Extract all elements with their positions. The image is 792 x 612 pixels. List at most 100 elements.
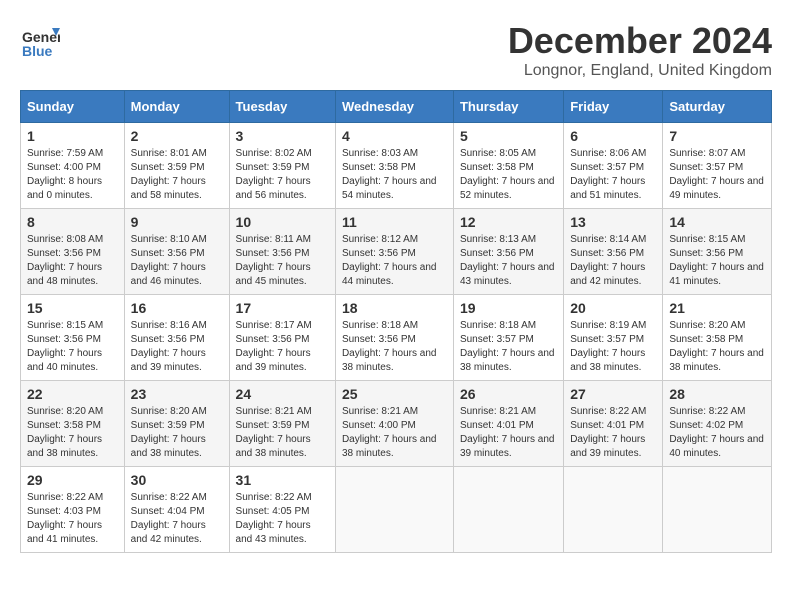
day-info: Sunrise: 8:18 AM Sunset: 3:57 PM Dayligh… xyxy=(460,319,557,375)
calendar-cell: 29 Sunrise: 8:22 AM Sunset: 4:03 PM Dayl… xyxy=(21,467,125,553)
week-row-3: 15 Sunrise: 8:15 AM Sunset: 3:56 PM Dayl… xyxy=(21,295,772,381)
day-number: 31 xyxy=(236,472,329,488)
day-info: Sunrise: 8:22 AM Sunset: 4:04 PM Dayligh… xyxy=(131,491,223,547)
day-number: 26 xyxy=(460,386,557,402)
calendar-cell xyxy=(564,467,663,553)
day-info: Sunrise: 8:22 AM Sunset: 4:02 PM Dayligh… xyxy=(669,405,765,461)
day-number: 9 xyxy=(131,214,223,230)
day-info: Sunrise: 8:13 AM Sunset: 3:56 PM Dayligh… xyxy=(460,233,557,289)
calendar-cell: 15 Sunrise: 8:15 AM Sunset: 3:56 PM Dayl… xyxy=(21,295,125,381)
day-number: 11 xyxy=(342,214,447,230)
calendar-cell: 18 Sunrise: 8:18 AM Sunset: 3:56 PM Dayl… xyxy=(335,295,453,381)
day-number: 18 xyxy=(342,300,447,316)
day-number: 10 xyxy=(236,214,329,230)
day-number: 3 xyxy=(236,128,329,144)
calendar-cell: 23 Sunrise: 8:20 AM Sunset: 3:59 PM Dayl… xyxy=(124,381,229,467)
calendar-subtitle: Longnor, England, United Kingdom xyxy=(508,62,772,80)
day-info: Sunrise: 8:05 AM Sunset: 3:58 PM Dayligh… xyxy=(460,147,557,203)
day-info: Sunrise: 8:17 AM Sunset: 3:56 PM Dayligh… xyxy=(236,319,329,375)
day-info: Sunrise: 8:22 AM Sunset: 4:05 PM Dayligh… xyxy=(236,491,329,547)
calendar-cell: 3 Sunrise: 8:02 AM Sunset: 3:59 PM Dayli… xyxy=(229,123,335,209)
day-info: Sunrise: 8:07 AM Sunset: 3:57 PM Dayligh… xyxy=(669,147,765,203)
day-info: Sunrise: 8:18 AM Sunset: 3:56 PM Dayligh… xyxy=(342,319,447,375)
day-header-saturday: Saturday xyxy=(663,91,772,123)
day-info: Sunrise: 8:06 AM Sunset: 3:57 PM Dayligh… xyxy=(570,147,656,203)
day-number: 27 xyxy=(570,386,656,402)
calendar-cell: 4 Sunrise: 8:03 AM Sunset: 3:58 PM Dayli… xyxy=(335,123,453,209)
day-info: Sunrise: 8:03 AM Sunset: 3:58 PM Dayligh… xyxy=(342,147,447,203)
day-number: 20 xyxy=(570,300,656,316)
calendar-cell: 24 Sunrise: 8:21 AM Sunset: 3:59 PM Dayl… xyxy=(229,381,335,467)
day-info: Sunrise: 8:15 AM Sunset: 3:56 PM Dayligh… xyxy=(669,233,765,289)
day-number: 1 xyxy=(27,128,118,144)
day-info: Sunrise: 8:22 AM Sunset: 4:01 PM Dayligh… xyxy=(570,405,656,461)
day-info: Sunrise: 7:59 AM Sunset: 4:00 PM Dayligh… xyxy=(27,147,118,203)
day-number: 23 xyxy=(131,386,223,402)
calendar-cell: 6 Sunrise: 8:06 AM Sunset: 3:57 PM Dayli… xyxy=(564,123,663,209)
header: General Blue December 2024 Longnor, Engl… xyxy=(20,20,772,80)
day-number: 22 xyxy=(27,386,118,402)
day-header-tuesday: Tuesday xyxy=(229,91,335,123)
day-number: 4 xyxy=(342,128,447,144)
week-row-2: 8 Sunrise: 8:08 AM Sunset: 3:56 PM Dayli… xyxy=(21,209,772,295)
calendar-cell: 17 Sunrise: 8:17 AM Sunset: 3:56 PM Dayl… xyxy=(229,295,335,381)
day-header-thursday: Thursday xyxy=(453,91,563,123)
calendar-cell: 14 Sunrise: 8:15 AM Sunset: 3:56 PM Dayl… xyxy=(663,209,772,295)
day-info: Sunrise: 8:02 AM Sunset: 3:59 PM Dayligh… xyxy=(236,147,329,203)
day-number: 14 xyxy=(669,214,765,230)
day-number: 13 xyxy=(570,214,656,230)
day-info: Sunrise: 8:21 AM Sunset: 4:00 PM Dayligh… xyxy=(342,405,447,461)
calendar-cell xyxy=(663,467,772,553)
calendar-cell: 21 Sunrise: 8:20 AM Sunset: 3:58 PM Dayl… xyxy=(663,295,772,381)
day-number: 12 xyxy=(460,214,557,230)
day-number: 16 xyxy=(131,300,223,316)
calendar-cell: 1 Sunrise: 7:59 AM Sunset: 4:00 PM Dayli… xyxy=(21,123,125,209)
day-info: Sunrise: 8:22 AM Sunset: 4:03 PM Dayligh… xyxy=(27,491,118,547)
day-header-sunday: Sunday xyxy=(21,91,125,123)
day-number: 15 xyxy=(27,300,118,316)
calendar-cell: 31 Sunrise: 8:22 AM Sunset: 4:05 PM Dayl… xyxy=(229,467,335,553)
calendar-cell: 19 Sunrise: 8:18 AM Sunset: 3:57 PM Dayl… xyxy=(453,295,563,381)
logo-icon: General Blue xyxy=(20,20,60,60)
calendar-cell: 16 Sunrise: 8:16 AM Sunset: 3:56 PM Dayl… xyxy=(124,295,229,381)
calendar-cell: 7 Sunrise: 8:07 AM Sunset: 3:57 PM Dayli… xyxy=(663,123,772,209)
svg-text:Blue: Blue xyxy=(22,43,53,59)
calendar-cell: 22 Sunrise: 8:20 AM Sunset: 3:58 PM Dayl… xyxy=(21,381,125,467)
week-row-1: 1 Sunrise: 7:59 AM Sunset: 4:00 PM Dayli… xyxy=(21,123,772,209)
day-number: 30 xyxy=(131,472,223,488)
calendar-cell: 27 Sunrise: 8:22 AM Sunset: 4:01 PM Dayl… xyxy=(564,381,663,467)
calendar-cell: 5 Sunrise: 8:05 AM Sunset: 3:58 PM Dayli… xyxy=(453,123,563,209)
day-number: 19 xyxy=(460,300,557,316)
day-info: Sunrise: 8:14 AM Sunset: 3:56 PM Dayligh… xyxy=(570,233,656,289)
day-header-monday: Monday xyxy=(124,91,229,123)
day-number: 28 xyxy=(669,386,765,402)
calendar-cell: 11 Sunrise: 8:12 AM Sunset: 3:56 PM Dayl… xyxy=(335,209,453,295)
day-number: 8 xyxy=(27,214,118,230)
day-info: Sunrise: 8:19 AM Sunset: 3:57 PM Dayligh… xyxy=(570,319,656,375)
calendar-cell: 12 Sunrise: 8:13 AM Sunset: 3:56 PM Dayl… xyxy=(453,209,563,295)
day-number: 29 xyxy=(27,472,118,488)
calendar-cell xyxy=(453,467,563,553)
day-info: Sunrise: 8:20 AM Sunset: 3:58 PM Dayligh… xyxy=(27,405,118,461)
calendar-table: SundayMondayTuesdayWednesdayThursdayFrid… xyxy=(20,90,772,553)
day-info: Sunrise: 8:21 AM Sunset: 3:59 PM Dayligh… xyxy=(236,405,329,461)
calendar-cell: 25 Sunrise: 8:21 AM Sunset: 4:00 PM Dayl… xyxy=(335,381,453,467)
week-row-5: 29 Sunrise: 8:22 AM Sunset: 4:03 PM Dayl… xyxy=(21,467,772,553)
calendar-body: 1 Sunrise: 7:59 AM Sunset: 4:00 PM Dayli… xyxy=(21,123,772,553)
calendar-cell: 9 Sunrise: 8:10 AM Sunset: 3:56 PM Dayli… xyxy=(124,209,229,295)
calendar-cell: 28 Sunrise: 8:22 AM Sunset: 4:02 PM Dayl… xyxy=(663,381,772,467)
calendar-cell xyxy=(335,467,453,553)
day-info: Sunrise: 8:20 AM Sunset: 3:59 PM Dayligh… xyxy=(131,405,223,461)
calendar-title: December 2024 xyxy=(508,20,772,62)
day-info: Sunrise: 8:11 AM Sunset: 3:56 PM Dayligh… xyxy=(236,233,329,289)
calendar-cell: 10 Sunrise: 8:11 AM Sunset: 3:56 PM Dayl… xyxy=(229,209,335,295)
day-number: 2 xyxy=(131,128,223,144)
week-row-4: 22 Sunrise: 8:20 AM Sunset: 3:58 PM Dayl… xyxy=(21,381,772,467)
title-area: December 2024 Longnor, England, United K… xyxy=(508,20,772,80)
calendar-cell: 26 Sunrise: 8:21 AM Sunset: 4:01 PM Dayl… xyxy=(453,381,563,467)
calendar-cell: 20 Sunrise: 8:19 AM Sunset: 3:57 PM Dayl… xyxy=(564,295,663,381)
day-info: Sunrise: 8:01 AM Sunset: 3:59 PM Dayligh… xyxy=(131,147,223,203)
day-number: 6 xyxy=(570,128,656,144)
days-header-row: SundayMondayTuesdayWednesdayThursdayFrid… xyxy=(21,91,772,123)
day-number: 17 xyxy=(236,300,329,316)
